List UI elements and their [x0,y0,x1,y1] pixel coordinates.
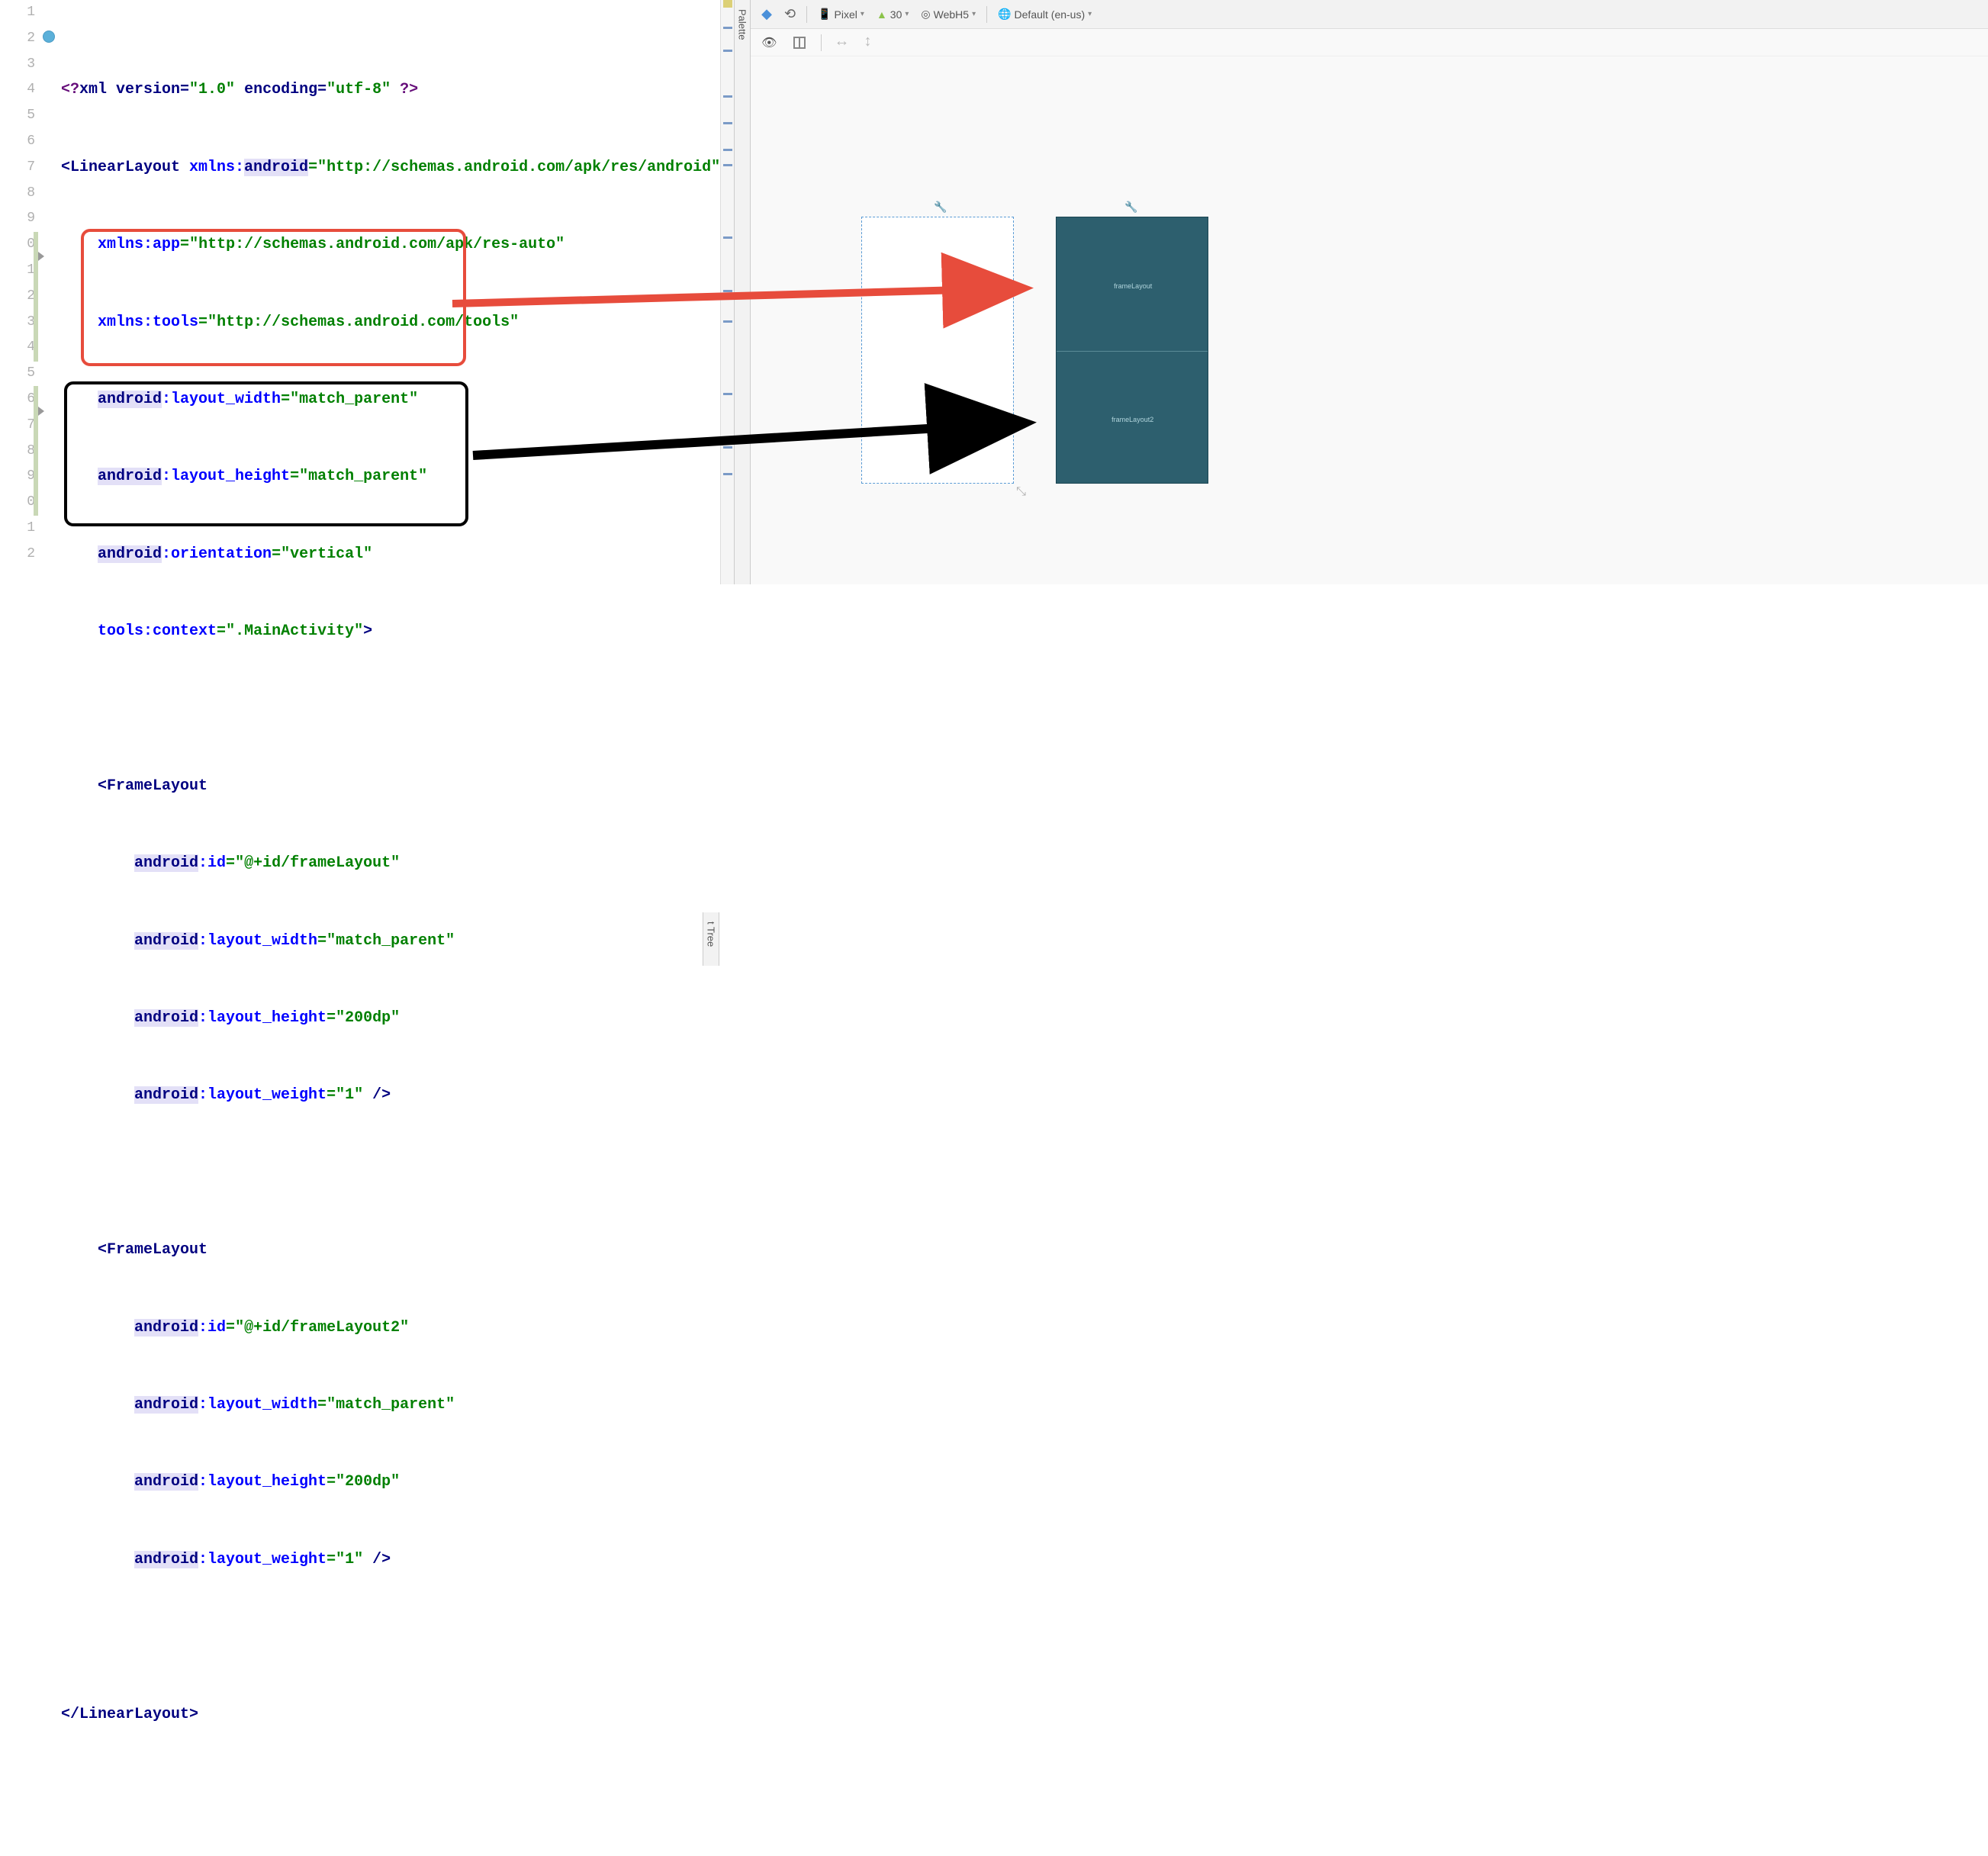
line-number: 8 [0,181,35,207]
expand-horizontal-icon[interactable]: ↔ [832,32,851,53]
expand-vertical-icon[interactable]: ↕ [859,32,877,53]
scrollbar-marker [723,473,732,475]
line-number: 4 [0,77,35,103]
separator [821,34,822,51]
current-line-highlight [56,129,720,155]
fold-icon[interactable] [38,407,44,416]
scrollbar-marker [723,290,732,292]
scrollbar-marker [723,122,732,124]
visibility-icon[interactable] [757,34,781,52]
line-number: 6 [0,129,35,155]
line-number: 6 [0,387,35,413]
code-text[interactable]: <?xml version="1.0" encoding="utf-8" ?> … [56,0,720,584]
scrollbar-marker [723,393,732,395]
frame-label: frameLayout [1114,282,1152,290]
line-number: 1 [0,258,35,284]
design-surface[interactable] [861,217,1014,484]
line-number: 4 [0,335,35,361]
design-toolbar-secondary: ↔ ↕ [751,29,1988,56]
scrollbar-marker [723,164,732,166]
grid-toggle-icon[interactable] [789,35,810,50]
line-number: 8 [0,439,35,465]
component-tree-tab[interactable]: t Tree [703,912,719,966]
line-number: 9 [0,464,35,490]
design-panel: ◆ ⟲ 📱 Pixel ▾ ▲ 30 ▾ ◎ WebH5 ▾ 🌐 Default… [751,0,1988,584]
scrollbar-marker [723,446,732,449]
layers-icon[interactable]: ◆ [757,5,777,24]
frame-label: frameLayout2 [1111,416,1153,423]
api-selector[interactable]: ▲ 30 ▾ [872,7,913,22]
palette-label: Palette [737,9,748,40]
line-number: 5 [0,361,35,387]
line-number: 2 [0,542,35,568]
tree-label: t Tree [706,922,717,947]
line-number: 7 [0,155,35,181]
device-selector[interactable]: 📱 Pixel ▾ [813,6,869,22]
separator [806,6,807,23]
locale-selector[interactable]: 🌐 Default (en-us) ▾ [993,6,1096,22]
line-number: 0 [0,490,35,516]
theme-selector[interactable]: ◎ WebH5 ▾ [916,6,980,22]
scrollbar-marker [723,236,732,239]
scrollbar-marker [723,95,732,98]
scrollbar-marker [723,27,732,29]
change-marker [34,386,38,516]
design-toolbar: ◆ ⟲ 📱 Pixel ▾ ▲ 30 ▾ ◎ WebH5 ▾ 🌐 Default… [751,0,1988,29]
line-number: 5 [0,103,35,129]
line-number: 1 [0,516,35,542]
line-number: 7 [0,413,35,439]
scrollbar-warning-marker [723,0,732,8]
line-number: 9 [0,206,35,232]
class-icon [43,31,55,43]
scrollbar-marker [723,50,732,52]
line-number: 2 [0,284,35,310]
preview-canvas[interactable]: 🔧 🔧 ⤡ frameLayout frameLayout2 [751,56,1988,584]
wrench-icon: 🔧 [934,201,947,214]
frame-divider [1057,351,1208,352]
scrollbar-marker [723,320,732,323]
blueprint-surface[interactable]: frameLayout frameLayout2 [1056,217,1208,484]
line-number: 0 [0,232,35,258]
line-number: 1 [0,0,35,26]
fold-icon[interactable] [38,252,44,261]
resize-handle-icon[interactable]: ⤡ [1016,485,1026,499]
separator [986,6,987,23]
code-editor[interactable]: 1 2 3 4 5 6 7 8 9 0 1 2 3 4 5 6 7 8 9 0 … [0,0,734,584]
line-number: 2 [0,26,35,52]
scrollbar-marker [723,149,732,151]
palette-tab[interactable]: Palette [734,0,751,584]
editor-scrollbar[interactable] [720,0,734,584]
line-number: 3 [0,310,35,336]
line-number: 3 [0,52,35,78]
wrench-icon: 🔧 [1124,201,1137,214]
line-gutter: 1 2 3 4 5 6 7 8 9 0 1 2 3 4 5 6 7 8 9 0 … [0,0,41,584]
gutter-icons [41,0,56,584]
rotate-icon[interactable]: ⟲ [780,5,800,24]
